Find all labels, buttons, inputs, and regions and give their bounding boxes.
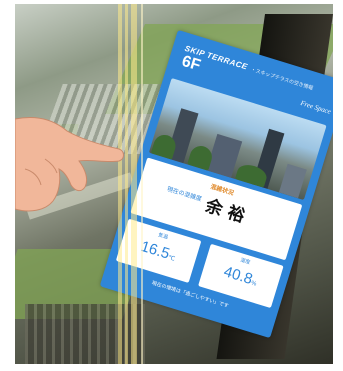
panel-subtitle: ・スキップテラスの空き情報 — [249, 66, 314, 92]
status-sub: 現在の混雑度 — [166, 185, 203, 203]
photo: SKIP TERRACE・スキップテラスの空き情報 6F Free Space … — [15, 4, 333, 364]
humidity-unit: % — [250, 280, 258, 288]
temperature-unit: ℃ — [167, 255, 176, 263]
light-glare — [141, 4, 143, 364]
pointing-hand-icon — [15, 117, 124, 212]
tower — [278, 163, 307, 199]
space-label: Free Space — [299, 99, 332, 116]
